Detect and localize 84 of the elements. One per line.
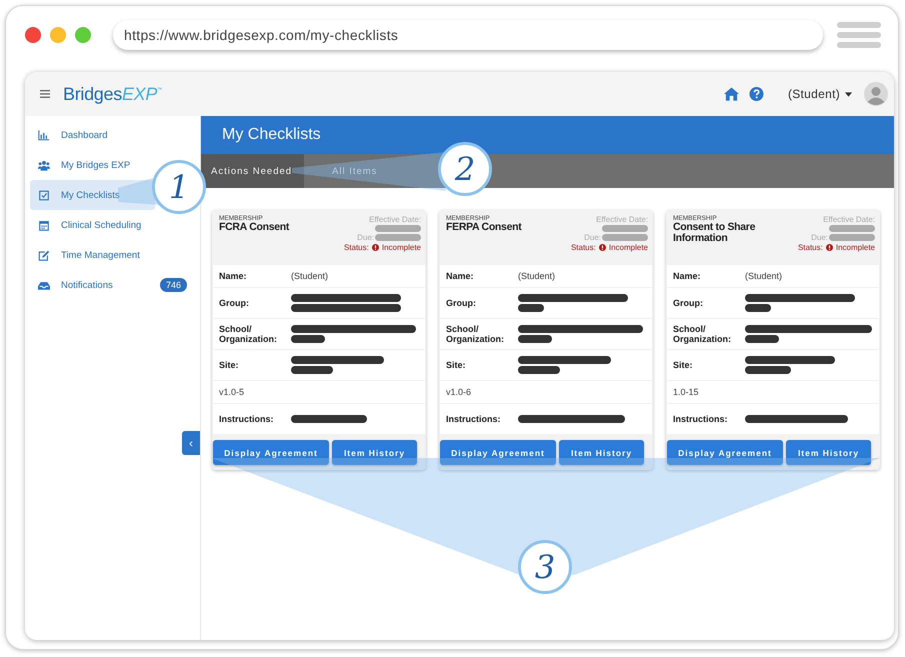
avatar-icon[interactable] xyxy=(864,82,888,106)
card-button[interactable]: Item History xyxy=(559,440,644,465)
redaction-bar xyxy=(518,366,560,374)
card-button[interactable]: Display Agreement xyxy=(440,440,556,465)
field-label: Group: xyxy=(446,298,477,308)
sidebar-item[interactable]: Clinical Scheduling xyxy=(30,210,155,240)
version-text: 1.0-15 xyxy=(673,387,699,397)
due-label: Due: xyxy=(584,233,601,242)
redacted-date xyxy=(602,234,648,241)
field-label: School/ Organization: xyxy=(673,324,732,344)
home-icon[interactable] xyxy=(724,87,739,101)
chart-icon xyxy=(38,130,50,140)
field-label: Name: xyxy=(446,271,475,281)
redacted-date xyxy=(829,225,875,232)
sidebar-item[interactable]: Notifications 746 xyxy=(30,270,195,300)
help-icon[interactable] xyxy=(748,87,764,101)
field-label: Name: xyxy=(219,271,248,281)
calendar-icon xyxy=(38,220,50,230)
sidebar-item[interactable]: Dashboard xyxy=(30,120,155,150)
version-text: v1.0-6 xyxy=(446,387,472,397)
field-value: (Student) xyxy=(518,271,556,281)
field-label: Site: xyxy=(446,360,467,370)
effective-date-label: Effective Date: xyxy=(823,215,875,224)
status-label: Status: xyxy=(344,243,369,252)
redacted-date xyxy=(602,225,648,232)
field-value: (Student) xyxy=(745,271,782,281)
effective-date-label: Effective Date: xyxy=(596,215,648,224)
version-text: v1.0-5 xyxy=(219,387,244,397)
menu-icon[interactable] xyxy=(40,90,50,98)
card-button[interactable]: Display Agreement xyxy=(667,440,783,465)
due-label: Due: xyxy=(357,233,374,242)
people-icon xyxy=(38,160,50,170)
checkbox-icon xyxy=(38,190,50,200)
redaction-bar xyxy=(745,366,791,374)
field-label: School/ Organization: xyxy=(446,324,505,344)
status-value: Incomplete xyxy=(608,243,648,252)
redaction-bar xyxy=(518,304,544,312)
sidebar-item[interactable]: Time Management xyxy=(30,240,155,270)
field-label: Site: xyxy=(673,360,694,370)
page-title: My Checklists xyxy=(222,126,321,144)
collapse-button[interactable]: ‹ xyxy=(182,431,200,455)
field-label: Instructions: xyxy=(219,414,275,424)
status-value: Incomplete xyxy=(382,243,421,252)
card-title: Consent to Share Information xyxy=(673,222,756,244)
redaction-bar xyxy=(518,335,552,343)
redacted-date xyxy=(829,234,875,241)
caret-icon xyxy=(845,92,852,96)
redacted-date xyxy=(375,225,421,232)
field-label: Instructions: xyxy=(446,414,502,424)
card-button[interactable]: Item History xyxy=(332,440,417,465)
field-label: Instructions: xyxy=(673,414,729,424)
field-label: School/ Organization: xyxy=(219,324,278,344)
close-icon[interactable] xyxy=(25,27,41,43)
card-title: FERPA Consent xyxy=(446,222,523,233)
redaction-bar xyxy=(291,335,325,343)
field-label: Name: xyxy=(673,271,702,281)
user-menu[interactable]: (Student) xyxy=(788,87,852,101)
sidebar-item[interactable]: My Bridges EXP xyxy=(30,150,155,180)
field-label: Site: xyxy=(219,360,240,370)
due-label: Due: xyxy=(811,233,828,242)
status-label: Status: xyxy=(798,243,823,252)
notification-count: 746 xyxy=(160,278,187,292)
sidebar-item[interactable]: My Checklists xyxy=(30,180,155,210)
alert-icon xyxy=(826,244,833,251)
field-label: Group: xyxy=(673,298,704,308)
alert-icon xyxy=(372,244,379,251)
card-button[interactable]: Display Agreement xyxy=(213,440,329,465)
alert-icon xyxy=(598,244,606,251)
effective-date-label: Effective Date: xyxy=(369,215,421,224)
card-title: FCRA Consent xyxy=(219,222,290,233)
redaction-bar xyxy=(745,335,779,343)
redaction-bar xyxy=(291,366,333,374)
redaction-bar xyxy=(745,304,771,312)
redacted-date xyxy=(375,234,421,241)
inbox-icon xyxy=(38,280,50,290)
address-bar[interactable]: https://www.bridgesexp.com/my-checklists xyxy=(113,20,823,50)
card-button[interactable]: Item History xyxy=(786,440,871,465)
status-value: Incomplete xyxy=(836,243,875,252)
tab[interactable]: Actions Needed xyxy=(201,154,304,188)
edit-icon xyxy=(38,250,50,260)
field-label: Group: xyxy=(219,298,250,308)
maximize-icon[interactable] xyxy=(75,27,91,43)
field-value: (Student) xyxy=(291,271,328,281)
status-label: Status: xyxy=(570,243,596,252)
